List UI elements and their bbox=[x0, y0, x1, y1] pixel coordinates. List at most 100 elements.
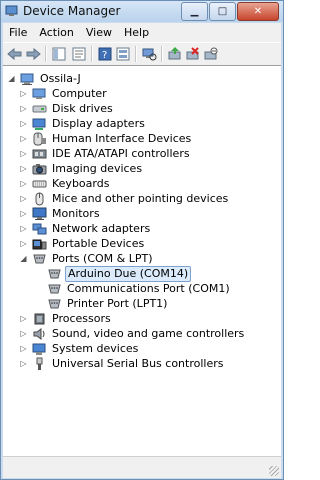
computer-icon bbox=[20, 72, 35, 86]
expand-arrow-icon[interactable]: ▷ bbox=[19, 134, 28, 143]
tree-item-label: IDE ATA/ATAPI controllers bbox=[52, 146, 190, 160]
expand-arrow-icon[interactable]: ▷ bbox=[19, 344, 28, 353]
svg-text:?: ? bbox=[102, 50, 107, 61]
forward-arrow-icon[interactable] bbox=[25, 46, 41, 62]
help-icon[interactable]: ? bbox=[97, 46, 113, 62]
window-title: Device Manager bbox=[23, 4, 121, 18]
tree-child-label: Arduino Due (COM14) bbox=[65, 265, 192, 282]
keyboard-icon bbox=[32, 177, 47, 191]
tree-item-sound[interactable]: ▷ Sound, video and game controllers bbox=[19, 326, 246, 341]
tree-item-label: Ports (COM & LPT) bbox=[52, 251, 153, 265]
tree-item-portable-devices[interactable]: ▷ Portable Devices bbox=[19, 236, 146, 251]
tree-item-label: Mice and other pointing devices bbox=[52, 191, 229, 205]
update-driver-icon[interactable] bbox=[167, 46, 183, 62]
collapse-arrow-icon[interactable]: ◢ bbox=[7, 74, 16, 83]
tree-item-display-adapters[interactable]: ▷ Display adapters bbox=[19, 116, 147, 131]
portable-device-icon bbox=[32, 237, 47, 251]
menu-file[interactable]: File bbox=[3, 26, 33, 39]
tree-item-processors[interactable]: ▷ Processors bbox=[19, 311, 113, 326]
expand-arrow-icon[interactable]: ▷ bbox=[19, 89, 28, 98]
tree-child-lpt1[interactable]: Printer Port (LPT1) bbox=[43, 296, 169, 311]
camera-icon bbox=[32, 162, 47, 176]
tree-item-label: Monitors bbox=[52, 206, 100, 220]
menu-help[interactable]: Help bbox=[118, 26, 155, 39]
tree-item-keyboards[interactable]: ▷ Keyboards bbox=[19, 176, 111, 191]
port-icon bbox=[47, 282, 62, 296]
system-device-icon bbox=[32, 342, 47, 356]
uninstall-icon[interactable] bbox=[185, 46, 201, 62]
network-adapter-icon bbox=[32, 222, 47, 236]
collapse-arrow-icon[interactable]: ◢ bbox=[19, 254, 28, 263]
expand-arrow-icon[interactable]: ▷ bbox=[19, 164, 28, 173]
disable-device-icon[interactable] bbox=[203, 46, 219, 62]
tree-item-label: Imaging devices bbox=[52, 161, 143, 175]
window-controls: ▁ □ ✕ bbox=[180, 2, 279, 21]
expand-arrow-icon[interactable]: ▷ bbox=[19, 179, 28, 188]
tree-item-label: Network adapters bbox=[52, 221, 151, 235]
mouse-icon bbox=[32, 192, 47, 206]
tree-child-arduino-due[interactable]: Arduino Due (COM14) bbox=[43, 265, 192, 282]
maximize-button[interactable]: □ bbox=[209, 2, 236, 21]
tree-child-com1[interactable]: Communications Port (COM1) bbox=[43, 281, 232, 296]
port-icon bbox=[47, 267, 62, 281]
status-bar bbox=[3, 456, 281, 478]
view-icon[interactable] bbox=[115, 46, 131, 62]
tree-item-hid[interactable]: ▷ Human Interface Devices bbox=[19, 131, 193, 146]
tree-item-label: Portable Devices bbox=[52, 236, 145, 250]
expand-arrow-icon[interactable]: ▷ bbox=[19, 359, 28, 368]
port-icon bbox=[32, 252, 47, 266]
tree-item-label: Keyboards bbox=[52, 176, 110, 190]
tree-item-ide-controllers[interactable]: ▷ IDE ATA/ATAPI controllers bbox=[19, 146, 192, 161]
expand-arrow-icon[interactable]: ▷ bbox=[19, 104, 28, 113]
tree-item-computer[interactable]: ▷ Computer bbox=[19, 86, 109, 101]
ide-controller-icon bbox=[32, 147, 47, 161]
tree-item-mice[interactable]: ▷ Mice and other pointing devices bbox=[19, 191, 230, 206]
menu-view[interactable]: View bbox=[80, 26, 118, 39]
properties-icon[interactable] bbox=[71, 46, 87, 62]
hid-icon bbox=[32, 132, 47, 146]
tree-child-label: Communications Port (COM1) bbox=[67, 281, 230, 295]
expand-arrow-icon[interactable]: ▷ bbox=[19, 194, 28, 203]
scan-hardware-icon[interactable] bbox=[141, 46, 157, 62]
expand-arrow-icon[interactable]: ▷ bbox=[19, 149, 28, 158]
tree-item-ports[interactable]: ◢ Ports (COM & LPT) bbox=[19, 251, 155, 266]
close-button[interactable]: ✕ bbox=[237, 2, 279, 21]
device-tree: ◢ Ossila-J ▷ Computer ▷ Disk drives ▷ Di… bbox=[3, 65, 281, 456]
expand-arrow-icon[interactable]: ▷ bbox=[19, 209, 28, 218]
tree-item-label: System devices bbox=[52, 341, 139, 355]
tree-item-system-devices[interactable]: ▷ System devices bbox=[19, 341, 140, 356]
disk-drive-icon bbox=[32, 102, 47, 116]
expand-arrow-icon[interactable]: ▷ bbox=[19, 224, 28, 233]
tree-child-label: Printer Port (LPT1) bbox=[67, 296, 168, 310]
monitor-icon bbox=[32, 207, 47, 221]
tree-item-label: Human Interface Devices bbox=[52, 131, 192, 145]
close-icon: ✕ bbox=[253, 6, 263, 17]
tree-item-imaging-devices[interactable]: ▷ Imaging devices bbox=[19, 161, 144, 176]
toolbar: ? bbox=[3, 42, 281, 66]
menu-action[interactable]: Action bbox=[33, 26, 79, 39]
tree-item-label: Disk drives bbox=[52, 101, 113, 115]
tree-item-label: Display adapters bbox=[52, 116, 145, 130]
tree-root[interactable]: ◢ Ossila-J bbox=[7, 71, 83, 86]
processor-icon bbox=[32, 312, 47, 326]
expand-arrow-icon[interactable]: ▷ bbox=[19, 239, 28, 248]
back-arrow-icon[interactable] bbox=[7, 46, 23, 62]
computer-icon bbox=[32, 87, 47, 101]
tree-item-disk-drives[interactable]: ▷ Disk drives bbox=[19, 101, 115, 116]
display-adapter-icon bbox=[32, 117, 47, 131]
tree-item-usb[interactable]: ▷ Universal Serial Bus controllers bbox=[19, 356, 225, 371]
menu-bar: File Action View Help bbox=[3, 23, 281, 42]
expand-arrow-icon[interactable]: ▷ bbox=[19, 329, 28, 338]
usb-icon bbox=[32, 357, 47, 371]
tree-item-label: Computer bbox=[52, 86, 107, 100]
minimize-button[interactable]: ▁ bbox=[181, 2, 208, 21]
expand-arrow-icon[interactable]: ▷ bbox=[19, 314, 28, 323]
resize-grip-icon[interactable] bbox=[269, 466, 279, 476]
title-bar[interactable]: Device Manager ▁ □ ✕ bbox=[1, 1, 283, 22]
minimize-icon: ▁ bbox=[190, 6, 199, 17]
port-icon bbox=[47, 297, 62, 311]
tree-item-network-adapters[interactable]: ▷ Network adapters bbox=[19, 221, 152, 236]
tree-item-monitors[interactable]: ▷ Monitors bbox=[19, 206, 102, 221]
expand-arrow-icon[interactable]: ▷ bbox=[19, 119, 28, 128]
console-tree-icon[interactable] bbox=[51, 46, 67, 62]
